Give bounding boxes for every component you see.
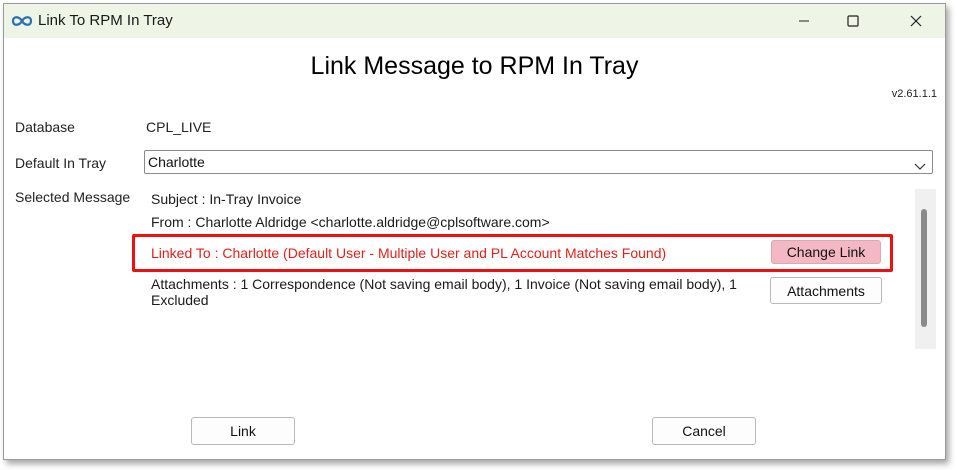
version-label: v2.61.1.1 (891, 88, 937, 100)
window-title: Link To RPM In Tray (38, 12, 173, 29)
default-in-tray-select[interactable]: Charlotte (144, 150, 933, 174)
change-link-button[interactable]: Change Link (771, 240, 881, 264)
attachments-button[interactable]: Attachments (770, 277, 882, 304)
message-attachments: Attachments : 1 Correspondence (Not savi… (151, 276, 737, 292)
message-subject: Subject : In-Tray Invoice (151, 191, 302, 207)
link-button[interactable]: Link (191, 417, 295, 445)
message-attachments-continued: Excluded (151, 292, 209, 308)
title-bar: Link To RPM In Tray (4, 4, 945, 38)
close-icon (910, 15, 922, 27)
maximize-button[interactable] (830, 4, 876, 38)
infinity-icon (11, 14, 33, 28)
minimize-icon (799, 20, 809, 22)
minimize-button[interactable] (781, 4, 827, 38)
message-linked-to: Linked To : Charlotte (Default User - Mu… (151, 245, 667, 261)
chevron-down-icon (914, 158, 926, 176)
cancel-button[interactable]: Cancel (652, 417, 756, 445)
page-title: Link Message to RPM In Tray (310, 52, 639, 80)
scrollbar-thumb[interactable] (921, 209, 927, 327)
database-value: CPL_LIVE (146, 119, 212, 135)
message-from: From : Charlotte Aldridge <charlotte.ald… (151, 214, 550, 230)
default-in-tray-value: Charlotte (148, 154, 205, 170)
dialog-window: Link To RPM In Tray Link Message to RPM … (3, 3, 946, 460)
database-label: Database (15, 119, 75, 135)
close-button[interactable] (893, 4, 939, 38)
default-in-tray-label: Default In Tray (15, 155, 107, 171)
selected-message-label: Selected Message (15, 189, 131, 205)
maximize-icon (847, 15, 859, 27)
